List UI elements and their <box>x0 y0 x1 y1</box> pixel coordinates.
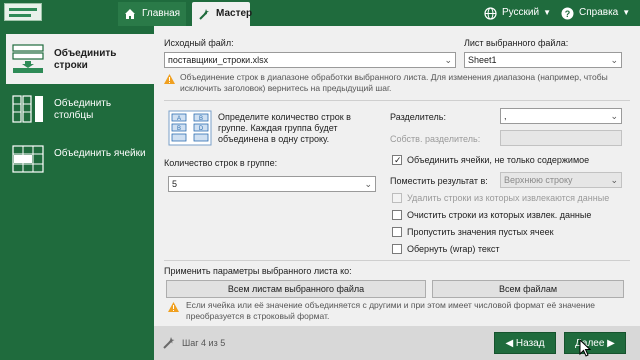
checkbox-skip-empty[interactable]: Пропустить значения пустых ячеек <box>392 226 554 238</box>
checkbox-merge-cells[interactable]: Объединить ячейки, не только содержимое <box>392 154 589 166</box>
separator-value: , <box>504 111 507 121</box>
svg-text:B: B <box>199 116 203 122</box>
range-note: Объединение строк в диапазоне обработки … <box>180 72 608 93</box>
sheet-label: Лист выбранного файла: <box>464 38 569 48</box>
checkbox-clear-rows[interactable]: Очистить строки из которых извлек. данны… <box>392 209 591 221</box>
apply-all-files-button[interactable]: Всем файлам <box>432 280 624 298</box>
step-label: Шаг 4 из 5 <box>182 338 226 348</box>
sheet-value: Sheet1 <box>468 55 497 65</box>
place-result-value: Верхнюю строку <box>504 175 573 185</box>
checkbox-box[interactable] <box>392 193 402 203</box>
tab-master[interactable]: Мастер <box>192 2 253 26</box>
chevron-right-icon: ▶ <box>604 338 615 349</box>
checkbox-label: Пропустить значения пустых ячеек <box>407 227 554 237</box>
chevron-left-icon: ◀ <box>505 338 516 349</box>
place-result-label: Поместить результат в: <box>390 176 488 186</box>
divider <box>164 100 630 101</box>
globe-icon <box>484 7 497 20</box>
magic-wand-icon <box>199 9 209 20</box>
chevron-down-icon: ▼ <box>622 8 631 17</box>
sidebar-item-label: Объединить столбцы <box>54 98 112 121</box>
chevron-down-icon: ⌄ <box>610 55 618 65</box>
next-button[interactable]: Далее ▶ <box>564 332 626 354</box>
svg-text:B: B <box>177 126 181 132</box>
help-label: Справка <box>579 7 619 18</box>
separator-select[interactable]: , ⌄ <box>500 108 622 124</box>
svg-text:?: ? <box>565 9 571 19</box>
checkbox-box[interactable] <box>392 154 402 166</box>
step-indicator: Шаг 4 из 5 <box>162 335 225 351</box>
merge-columns-icon <box>12 95 43 123</box>
apply-all-sheets-button[interactable]: Всем листам выбранного файла <box>166 280 426 298</box>
source-file-label: Исходный файл: <box>164 38 234 48</box>
sidebar-item-label: Объединить ячейки <box>54 148 146 159</box>
footer: Шаг 4 из 5 ◀ Назад Далее ▶ <box>154 326 640 360</box>
top-bar: Главная Мастер Русский ▼ ? Справка ▼ <box>0 0 640 26</box>
sidebar-item-merge-columns[interactable]: Объединить столбцы <box>6 84 154 134</box>
warning-icon <box>164 74 175 84</box>
custom-separator-label: Собств. разделитель: <box>390 134 481 144</box>
tab-home-label: Главная <box>142 8 181 19</box>
row-groups-icon: A B B D <box>168 110 212 146</box>
language-label: Русский <box>502 7 540 18</box>
group-count-value: 5 <box>172 179 178 189</box>
main-panel: Исходный файл: поставщики_строки.xlsx ⌄ … <box>154 26 640 326</box>
place-result-select[interactable]: Верхнюю строку ⌄ <box>500 172 622 188</box>
custom-separator-input[interactable] <box>500 130 622 146</box>
checkbox-label: Очистить строки из которых извлек. данны… <box>407 210 592 220</box>
group-hint: Определите количество строк в группе. Ка… <box>218 112 351 144</box>
checkbox-label: Обернуть (wrap) текст <box>407 244 500 254</box>
sidebar: Объединить строки Объединить столбцы Объ… <box>0 26 154 360</box>
chevron-down-icon: ⌄ <box>610 111 618 121</box>
checkbox-label: Объединить ячейки, не только содержимое <box>407 155 590 165</box>
mouse-cursor-icon <box>579 339 591 357</box>
checkbox-label: Удалить строки из которых извлекаются да… <box>407 193 610 203</box>
separator-label: Разделитель: <box>390 112 446 122</box>
chevron-down-icon: ⌄ <box>444 55 452 65</box>
chevron-down-icon: ⌄ <box>364 179 372 189</box>
help-dropdown[interactable]: ? Справка ▼ <box>561 3 630 23</box>
group-count-select[interactable]: 5 ⌄ <box>168 176 376 192</box>
merge-rows-icon <box>12 44 44 73</box>
back-button[interactable]: ◀ Назад <box>494 332 556 354</box>
divider <box>164 260 630 261</box>
chevron-down-icon: ⌄ <box>610 175 618 185</box>
chevron-down-icon: ▼ <box>543 8 552 17</box>
source-file-value: поставщики_строки.xlsx <box>168 55 269 65</box>
magic-wand-icon <box>163 337 175 349</box>
checkbox-box[interactable] <box>392 227 402 237</box>
warning-icon <box>168 302 179 312</box>
source-file-select[interactable]: поставщики_строки.xlsx ⌄ <box>164 52 456 68</box>
checkbox-box[interactable] <box>392 210 402 220</box>
sidebar-item-label: Объединить строки <box>54 48 117 71</box>
sheet-select[interactable]: Sheet1 ⌄ <box>464 52 622 68</box>
bottom-note: Если ячейка или её значение объединяется… <box>186 300 596 321</box>
back-label: Назад <box>515 338 545 349</box>
help-icon: ? <box>561 7 574 20</box>
sidebar-item-merge-cells[interactable]: Объединить ячейки <box>6 134 154 184</box>
home-icon <box>125 9 135 19</box>
sidebar-item-merge-rows[interactable]: Объединить строки <box>6 34 154 84</box>
checkbox-box[interactable] <box>392 244 402 254</box>
apply-label: Применить параметры выбранного листа ко: <box>164 266 352 276</box>
merge-cells-icon <box>12 145 44 173</box>
checkbox-delete-rows[interactable]: Удалить строки из которых извлекаются да… <box>392 192 609 204</box>
language-dropdown[interactable]: Русский ▼ <box>484 3 551 23</box>
tab-home[interactable]: Главная <box>118 2 186 26</box>
checkbox-wrap-text[interactable]: Обернуть (wrap) текст <box>392 243 500 255</box>
app-logo <box>4 3 42 21</box>
svg-text:D: D <box>199 126 204 132</box>
svg-text:A: A <box>177 116 181 122</box>
tab-master-label: Мастер <box>216 8 253 19</box>
group-count-label: Количество строк в группе: <box>164 158 278 168</box>
